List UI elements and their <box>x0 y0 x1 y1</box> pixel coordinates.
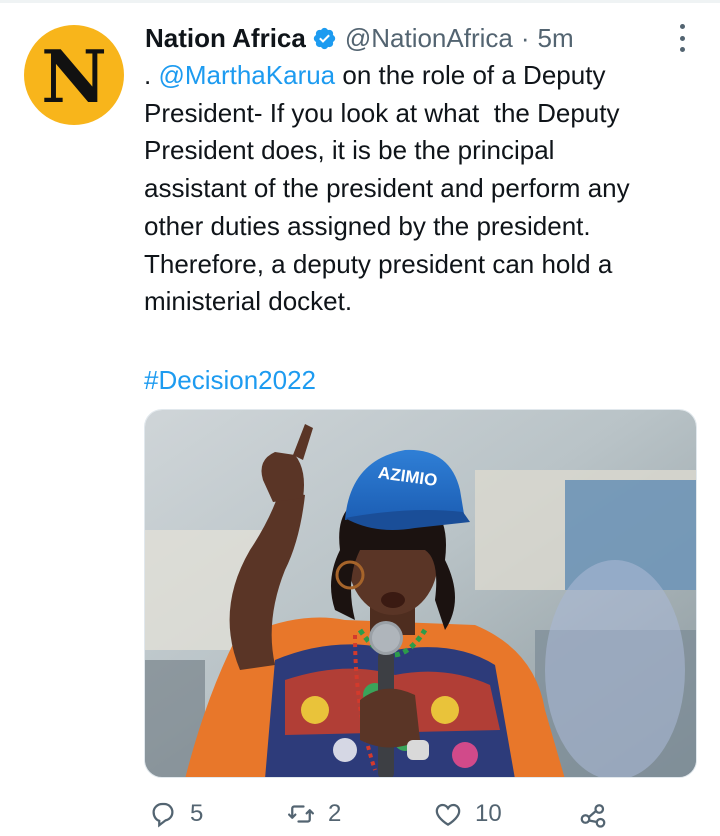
tweet-text: . @MarthaKarua on the role of a Deputy P… <box>144 57 704 321</box>
share-icon <box>580 804 606 828</box>
reply-icon <box>152 802 174 828</box>
more-options-icon[interactable] <box>672 24 692 52</box>
avatar[interactable]: N <box>24 25 124 125</box>
tweet-photo[interactable]: AZIMIO <box>144 409 697 778</box>
hashtag-link[interactable]: #Decision2022 <box>144 365 316 395</box>
hashtag-line: #Decision2022 <box>144 362 316 399</box>
reply-button[interactable]: 5 <box>148 796 203 832</box>
like-count: 10 <box>475 800 502 827</box>
top-divider <box>0 0 720 3</box>
retweet-count: 2 <box>328 800 342 827</box>
meta-separator: · <box>520 22 530 53</box>
mention-link[interactable]: @MarthaKarua <box>158 60 335 90</box>
tweet-actions: 5 2 10 <box>144 796 704 836</box>
retweet-button[interactable]: 2 <box>286 796 341 832</box>
text-prefix: . <box>144 60 159 90</box>
like-button[interactable]: 10 <box>433 796 502 832</box>
tweet-timestamp[interactable]: 5m <box>538 23 574 54</box>
share-button[interactable] <box>578 796 608 832</box>
photo-illustration: AZIMIO <box>145 410 696 777</box>
avatar-logo-letter: N <box>41 34 107 119</box>
verified-badge-icon <box>313 27 336 49</box>
text-body: on the role of a Deputy President- If yo… <box>144 60 630 317</box>
author-handle[interactable]: @NationAfrica <box>345 23 513 54</box>
tweet-header: Nation Africa @NationAfrica · 5m <box>145 20 574 56</box>
author-name[interactable]: Nation Africa <box>145 23 306 54</box>
like-icon <box>435 803 461 826</box>
reply-count: 5 <box>190 800 204 827</box>
retweet-icon <box>288 805 314 823</box>
